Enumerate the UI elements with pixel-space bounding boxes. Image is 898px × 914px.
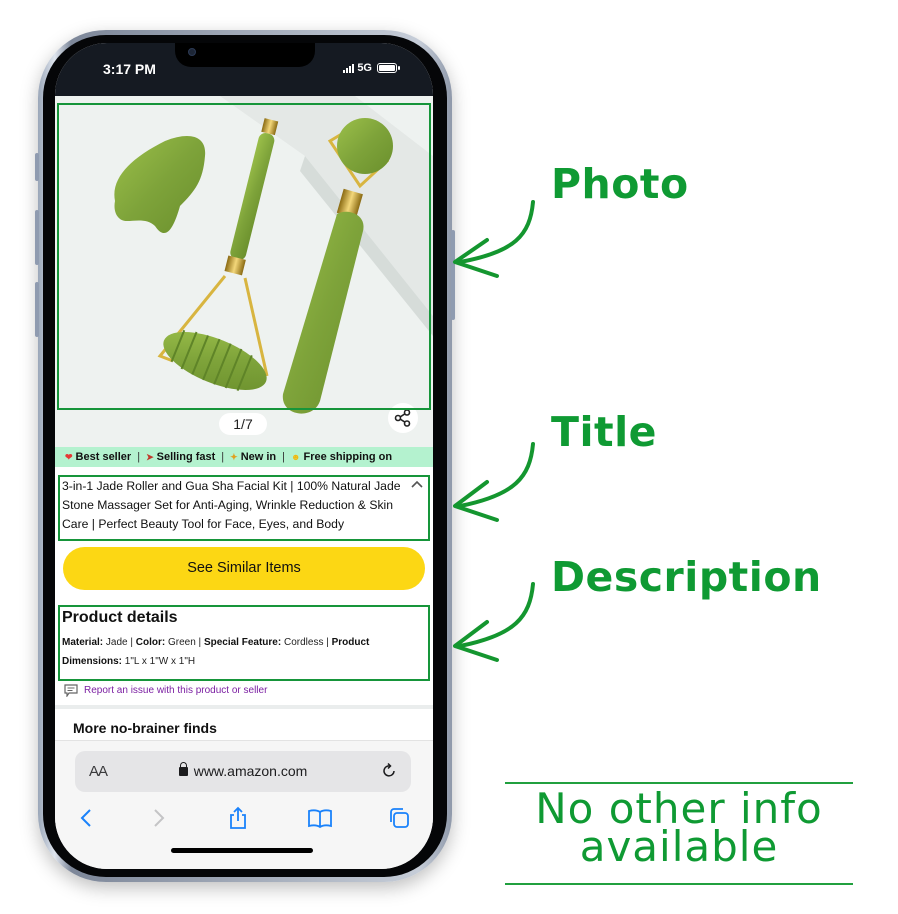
book-icon bbox=[308, 809, 332, 829]
comment-icon bbox=[64, 684, 78, 697]
back-button[interactable] bbox=[71, 803, 101, 833]
dynamic-island bbox=[175, 43, 315, 67]
no-other-info-note: No other info available bbox=[505, 788, 853, 871]
heart-icon: ❤ bbox=[65, 452, 73, 462]
product-photo-area: 1/7 bbox=[55, 96, 433, 447]
smiley-icon: ☻ bbox=[291, 452, 301, 462]
status-indicators: 5G bbox=[343, 62, 400, 74]
chevron-left-icon bbox=[80, 809, 91, 827]
section-divider bbox=[55, 705, 433, 709]
see-similar-items-button[interactable]: See Similar Items bbox=[63, 547, 425, 590]
url-display: www.amazon.com bbox=[75, 762, 411, 779]
report-issue-text: Report an issue with this product or sel… bbox=[84, 685, 268, 696]
status-bar: 3:17 PM 5G bbox=[55, 43, 433, 96]
detail-key: Material: bbox=[62, 637, 104, 648]
report-issue-link[interactable]: Report an issue with this product or sel… bbox=[64, 684, 267, 697]
bookmarks-button[interactable] bbox=[305, 803, 335, 833]
browser-toolbar bbox=[55, 803, 433, 833]
camera-icon bbox=[188, 48, 196, 56]
browser-bottom-bar: AA www.amazon.com bbox=[55, 740, 433, 869]
photo-annotation-label: Photo bbox=[551, 160, 689, 208]
detail-key: Special Feature: bbox=[203, 637, 282, 648]
more-finds-heading: More no-brainer finds bbox=[73, 720, 217, 736]
chevron-up-icon[interactable] bbox=[410, 478, 424, 492]
detail-key: Color: bbox=[135, 637, 166, 648]
image-counter: 1/7 bbox=[219, 413, 267, 435]
detail-value: Cordless bbox=[283, 637, 324, 648]
share-icon bbox=[394, 409, 411, 427]
chevron-right-icon bbox=[154, 809, 165, 827]
action-button bbox=[35, 153, 39, 181]
battery-icon bbox=[377, 63, 400, 73]
share-button[interactable] bbox=[388, 403, 418, 433]
phone-screen: 3:17 PM 5G 1/7 ❤ Best seller | ➤ Selling… bbox=[55, 43, 433, 869]
badge-selling-fast: ➤ Selling fast bbox=[146, 451, 216, 463]
tabs-button[interactable] bbox=[384, 803, 414, 833]
tabs-icon bbox=[390, 808, 409, 828]
badge-free-shipping: ☻ Free shipping on bbox=[291, 451, 393, 463]
detail-value: Jade bbox=[105, 637, 128, 648]
detail-value: 1"L x 1"W x 1"H bbox=[124, 656, 196, 667]
product-details: Product details Material: Jade | Color: … bbox=[58, 605, 430, 681]
badge-best-seller: ❤ Best seller bbox=[65, 451, 132, 463]
note-line-2: available bbox=[579, 822, 779, 871]
phone-frame: 3:17 PM 5G 1/7 ❤ Best seller | ➤ Selling… bbox=[35, 30, 455, 882]
share-upload-icon bbox=[230, 806, 246, 829]
url-text: www.amazon.com bbox=[193, 763, 308, 779]
product-photo[interactable] bbox=[55, 96, 433, 447]
forward-button[interactable] bbox=[144, 803, 174, 833]
description-arrow-icon bbox=[453, 582, 535, 662]
badge-separator: | bbox=[282, 451, 286, 463]
rocket-icon: ➤ bbox=[146, 452, 154, 462]
reload-icon[interactable] bbox=[379, 761, 399, 781]
title-arrow-icon bbox=[453, 442, 535, 522]
status-time: 3:17 PM bbox=[103, 61, 156, 77]
product-title-text: 3-in-1 Jade Roller and Gua Sha Facial Ki… bbox=[62, 479, 401, 531]
detail-value: Green bbox=[167, 637, 196, 648]
volume-up-button bbox=[35, 210, 39, 265]
share-page-button[interactable] bbox=[223, 803, 253, 833]
badge-separator: | bbox=[137, 451, 141, 463]
signal-icon bbox=[343, 63, 355, 73]
title-annotation-label: Title bbox=[551, 408, 657, 456]
product-details-text: Material: Jade | Color: Green | Special … bbox=[62, 637, 370, 667]
badge-new-in: ✦ New in bbox=[230, 451, 277, 463]
address-bar[interactable]: AA www.amazon.com bbox=[75, 751, 411, 792]
description-annotation-label: Description bbox=[551, 553, 822, 601]
note-bottom-rule bbox=[505, 883, 853, 885]
product-title: 3-in-1 Jade Roller and Gua Sha Facial Ki… bbox=[58, 473, 430, 539]
product-details-heading: Product details bbox=[62, 609, 178, 626]
home-indicator bbox=[171, 848, 313, 853]
badge-strip: ❤ Best seller | ➤ Selling fast | ✦ New in | ☻ Free… bbox=[55, 447, 433, 467]
photo-arrow-icon bbox=[453, 200, 535, 278]
party-icon: ✦ bbox=[230, 452, 238, 462]
lock-icon bbox=[178, 762, 188, 776]
network-type: 5G bbox=[357, 62, 372, 74]
volume-down-button bbox=[35, 282, 39, 337]
badge-separator: | bbox=[221, 451, 225, 463]
